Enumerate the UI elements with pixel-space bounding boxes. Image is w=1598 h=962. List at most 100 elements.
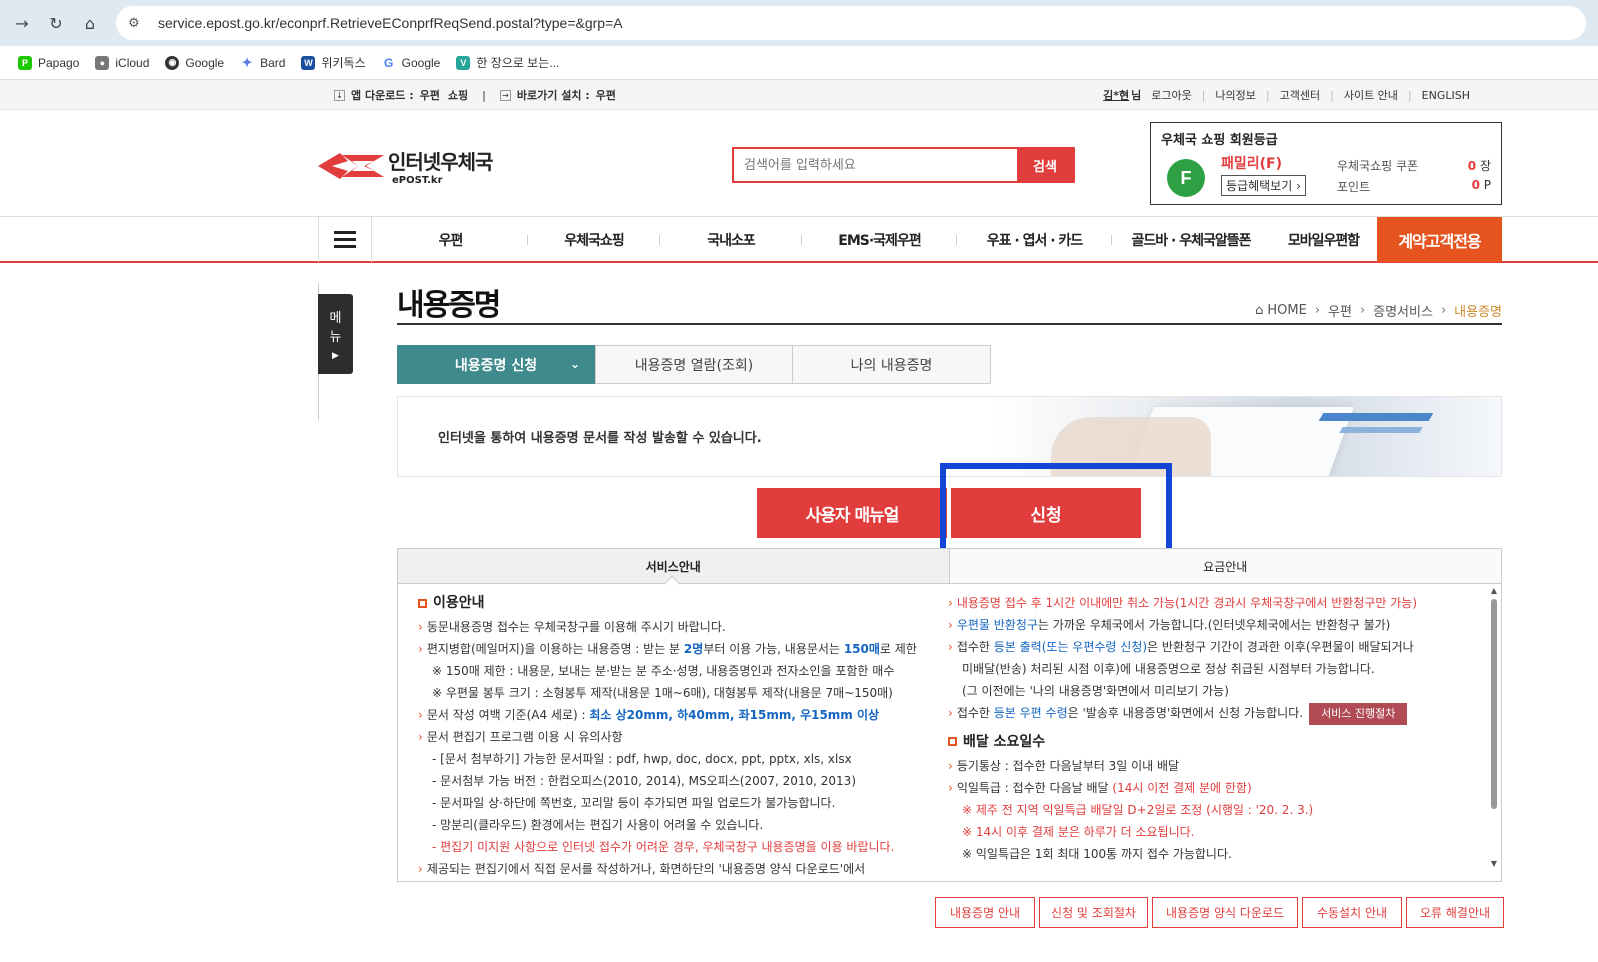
scrollbar[interactable]: ▲ ▼ bbox=[1489, 586, 1499, 876]
reload-icon[interactable]: ↻ bbox=[44, 11, 68, 35]
util-right: 김*현 님 로그아웃 | 나의정보 | 고객센터 | 사이트 안내 | ENGL… bbox=[1103, 87, 1470, 103]
coupon-label: 우체국쇼핑 쿠폰 bbox=[1337, 159, 1419, 173]
tab-service-info[interactable]: 서비스안내 bbox=[398, 549, 950, 593]
site-guide-link[interactable]: 사이트 안내 bbox=[1344, 87, 1398, 103]
coupon-value[interactable]: 0 장 bbox=[1468, 157, 1491, 174]
error-fix-button[interactable]: 오류 해결안내 bbox=[1406, 897, 1504, 928]
list-item: › 익일특급 : 접수한 다음날 배달 (14시 이전 결제 분에 한함) bbox=[948, 780, 1252, 795]
scrollbar-thumb[interactable] bbox=[1491, 599, 1497, 809]
logo-english: ePOST.kr bbox=[392, 175, 443, 186]
address-bar[interactable]: ⚙ service.epost.go.kr/econprf.RetrieveEC… bbox=[116, 6, 1586, 40]
scroll-down-icon[interactable]: ▼ bbox=[1489, 859, 1499, 868]
site-settings-icon[interactable]: ⚙ bbox=[128, 16, 146, 31]
point-value[interactable]: 0 P bbox=[1472, 178, 1491, 192]
nav-domestic-parcel[interactable]: 국내소포 bbox=[660, 217, 802, 262]
list-item: ※ 제주 전 지역 익일특급 배달일 D+2일로 조정 (시행일 : '20. … bbox=[962, 802, 1314, 817]
home-icon[interactable]: ⌂ bbox=[78, 11, 102, 35]
list-item: › 문서 작성 여백 기준(A4 세로) : 최소 상20mm, 하40mm, 좌… bbox=[418, 708, 880, 722]
list-item: (그 이전에는 '나의 내용증명'화면에서 미리보기 가능) bbox=[962, 684, 1229, 698]
guide-button[interactable]: 내용증명 안내 bbox=[935, 897, 1035, 928]
nav-ems[interactable]: EMS·국제우편 bbox=[802, 217, 957, 262]
nav-shopping[interactable]: 우체국쇼핑 bbox=[528, 217, 660, 262]
nav-post[interactable]: 우편 bbox=[373, 217, 528, 262]
sparkle-icon: ✦ bbox=[240, 54, 255, 70]
tab-view[interactable]: 내용증명 열람(조회) bbox=[595, 345, 793, 384]
nav-stamps[interactable]: 우표 · 엽서 · 카드 bbox=[957, 217, 1112, 262]
bookmarks-bar: P Papago ● iCloud ◉ Google ✦ Bard W 위키독스 G Goo… bbox=[0, 46, 1598, 80]
usage-guide-column: 이용안내 › 동문내용증명 접수는 우체국창구를 이용해 주시기 바랍니다. › 편… bbox=[418, 592, 938, 880]
user-manual-button[interactable]: 사용자 매뉴얼 bbox=[757, 488, 947, 538]
back-arrow-icon[interactable]: → bbox=[10, 11, 34, 35]
list-item: - 문서파일 상·하단에 쪽번호, 꼬리말 등이 추가되면 파일 업로드가 불가… bbox=[432, 796, 836, 810]
service-info-panel: 이용안내 › 동문내용증명 접수는 우체국창구를 이용해 주시기 바랍니다. › 편… bbox=[397, 584, 1502, 882]
chevron-down-icon: ⌄ bbox=[569, 357, 580, 371]
shortcut-icon: → bbox=[499, 89, 511, 101]
scroll-up-icon[interactable]: ▲ bbox=[1489, 586, 1499, 595]
app-post-link[interactable]: 우편 bbox=[420, 87, 440, 103]
search-button[interactable]: 검색 bbox=[1017, 149, 1073, 181]
breadcrumb: ⌂ HOME › 우편 › 증명서비스 › 내용증명 bbox=[1255, 301, 1502, 320]
my-info-link[interactable]: 나의정보 bbox=[1215, 87, 1255, 103]
bookmark-icloud[interactable]: ● iCloud bbox=[95, 55, 149, 70]
breadcrumb-home[interactable]: HOME bbox=[1267, 303, 1306, 318]
main-nav-items: 우편 우체국쇼핑 국내소포 EMS·국제우편 우표 · 엽서 · 카드 골드바 … bbox=[373, 217, 1377, 262]
tab-fee-info[interactable]: 요금안내 bbox=[949, 549, 1501, 583]
list-item: › 접수한 등본 출력(또는 우편수령 신청)은 반환청구 기간이 경과한 이후(… bbox=[948, 640, 1414, 654]
bookmark-bard[interactable]: ✦ Bard bbox=[240, 54, 285, 70]
breadcrumb-post[interactable]: 우편 bbox=[1328, 301, 1352, 320]
tab-my-certifications[interactable]: 나의 내용증명 bbox=[793, 345, 991, 384]
bookmark-wikidocs[interactable]: W 위키독스 bbox=[301, 54, 366, 71]
english-link[interactable]: ENGLISH bbox=[1422, 89, 1470, 102]
breadcrumb-certification[interactable]: 증명서비스 bbox=[1373, 301, 1433, 320]
list-item: - 문서첨부 가능 버전 : 한컴오피스(2010, 2014), MS오피스(… bbox=[432, 774, 856, 788]
browser-toolbar: → ↻ ⌂ ⚙ service.epost.go.kr/econprf.Retr… bbox=[0, 0, 1598, 46]
list-item: ※ 14시 이후 결제 분은 하루가 더 소요됩니다. bbox=[962, 824, 1195, 839]
customer-center-link[interactable]: 고객센터 bbox=[1280, 87, 1320, 103]
grade-badge: F bbox=[1167, 159, 1205, 197]
list-item: › 접수한 등본 우편 수령은 '발송후 내용증명'화면에서 신청 가능합니다. 서… bbox=[948, 702, 1468, 725]
hamburger-menu-icon[interactable] bbox=[318, 217, 372, 262]
papago-icon: P bbox=[18, 55, 32, 70]
v-icon: V bbox=[456, 55, 471, 70]
shortcut-post-link[interactable]: 우편 bbox=[596, 87, 616, 103]
main-nav: 우편 우체국쇼핑 국내소포 EMS·국제우편 우표 · 엽서 · 카드 골드바 … bbox=[0, 216, 1598, 263]
logout-link[interactable]: 로그아웃 bbox=[1151, 87, 1191, 103]
bookmark-google-2[interactable]: G Google bbox=[381, 55, 440, 70]
tab-apply[interactable]: 내용증명 신청 ⌄ bbox=[397, 345, 595, 384]
globe-icon: ◉ bbox=[165, 55, 180, 70]
title-underline bbox=[397, 323, 1502, 325]
app-shop-link[interactable]: 쇼핑 bbox=[448, 87, 468, 103]
manual-install-button[interactable]: 수동설치 안내 bbox=[1302, 897, 1402, 928]
side-menu-tab[interactable]: 메 뉴 ▶ bbox=[318, 294, 353, 374]
delivery-heading: 배달 소요일수 bbox=[948, 731, 1468, 753]
list-item: › 문서 편집기 프로그램 이용 시 유의사항 bbox=[418, 730, 623, 744]
list-item: › 내용증명 접수 후 1시간 이내에만 취소 가능(1시간 경과시 우체국창구에… bbox=[948, 596, 1418, 610]
bookmark-google[interactable]: ◉ Google bbox=[165, 55, 224, 70]
list-item: ※ 익일특급은 1회 최대 100통 까지 접수 가능합니다. bbox=[962, 846, 1232, 861]
nav-mobile-mailbox[interactable]: 모바일우편함 bbox=[1270, 217, 1377, 262]
procedure-button[interactable]: 신청 및 조회절차 bbox=[1039, 897, 1148, 928]
search-box: 검색 bbox=[732, 147, 1075, 183]
benefit-button[interactable]: 등급혜택보기 › bbox=[1221, 175, 1306, 196]
search-input[interactable] bbox=[734, 149, 1017, 181]
list-item: - 망분리(클라우드) 환경에서는 편집기 사용이 어려울 수 있습니다. bbox=[432, 818, 764, 832]
list-item: › 제공되는 편집기에서 직접 문서를 작성하거나, 화면하단의 '내용증명 양식… bbox=[418, 862, 866, 876]
template-download-button[interactable]: 내용증명 양식 다운로드 bbox=[1152, 897, 1298, 928]
nav-contract-customer[interactable]: 계약고객전용 bbox=[1377, 217, 1502, 262]
bookmark-papago[interactable]: P Papago bbox=[18, 55, 79, 70]
grade-name: 패밀리(F) bbox=[1221, 156, 1283, 172]
service-tabs: 서비스안내 요금안내 bbox=[397, 548, 1502, 593]
content-tabs: 내용증명 신청 ⌄ 내용증명 열람(조회) 나의 내용증명 bbox=[397, 345, 991, 384]
notice-column: › 내용증명 접수 후 1시간 이내에만 취소 가능(1시간 경과시 우체국창구에… bbox=[948, 592, 1468, 865]
caret-right-icon: ▶ bbox=[332, 351, 339, 361]
nav-goldbar[interactable]: 골드바 · 우체국알뜰폰 bbox=[1112, 217, 1270, 262]
bookmark-onepage[interactable]: V한 장으로 보는... bbox=[456, 54, 559, 71]
site-header: 인터넷우체국 ePOST.kr 검색 우체국 쇼핑 회원등급 F 패밀리(F) … bbox=[0, 110, 1598, 215]
divider: | bbox=[482, 88, 486, 102]
page-title: 내용증명 bbox=[397, 288, 501, 323]
user-suffix: 님 bbox=[1131, 89, 1142, 102]
epost-logo[interactable]: 인터넷우체국 ePOST.kr bbox=[318, 146, 493, 186]
service-process-button[interactable]: 서비스 진행절차 bbox=[1309, 702, 1408, 725]
breadcrumb-current: 내용증명 bbox=[1454, 305, 1502, 320]
point-label: 포인트 bbox=[1337, 180, 1371, 194]
